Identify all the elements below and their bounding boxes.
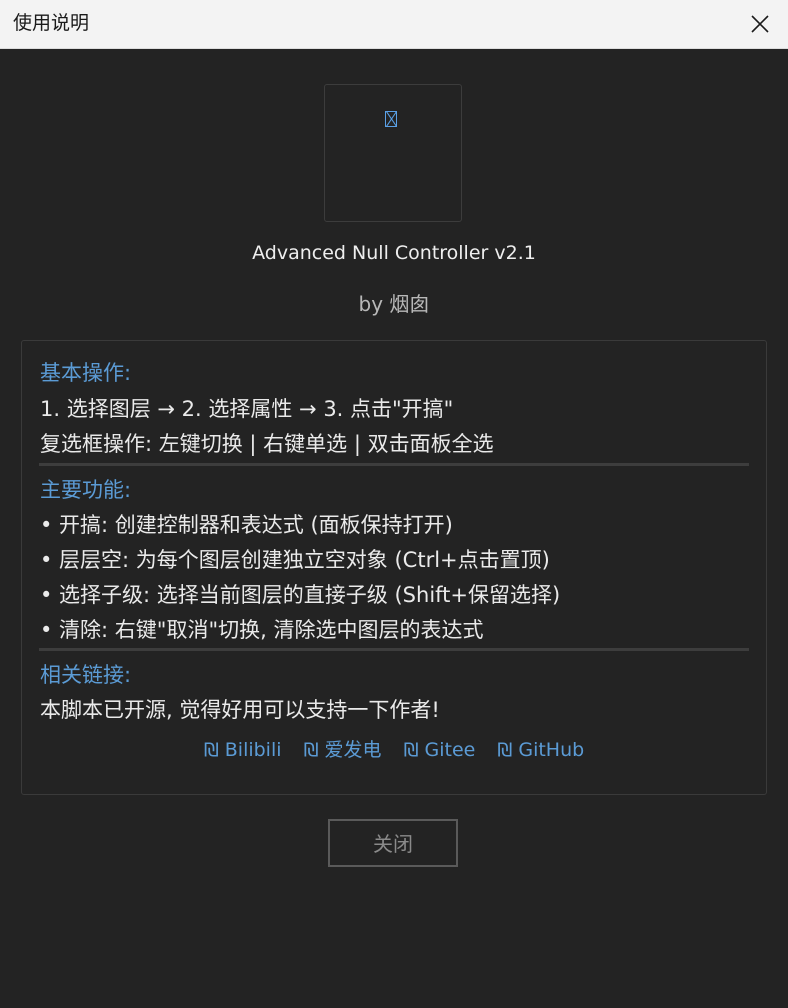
feature-item: • 清除: 右键"取消"切换, 清除选中图层的表达式 [40, 618, 484, 642]
section-divider [39, 463, 749, 466]
author-label: by 烟囱 [358, 292, 430, 316]
basic-step-line: 1. 选择图层 → 2. 选择属性 → 3. 点击"开搞" [40, 397, 454, 421]
gitee-link[interactable]: ₪ Gitee [404, 739, 476, 761]
open-source-note: 本脚本已开源, 觉得好用可以支持一下作者! [40, 698, 440, 722]
bilibili-link[interactable]: ₪ Bilibili [204, 739, 282, 761]
feature-item: • 层层空: 为每个图层创建独立空对象 (Ctrl+点击置顶) [40, 548, 550, 572]
section-title-features: 主要功能: [40, 478, 132, 502]
section-divider [39, 648, 749, 651]
title-bar: 使用说明 [0, 0, 788, 49]
window-title: 使用说明 [13, 12, 90, 34]
missing-image-icon [385, 111, 397, 127]
app-name: Advanced Null Controller v2.1 [252, 242, 536, 264]
close-button[interactable]: 关闭 [328, 819, 458, 867]
info-panel: 基本操作: 1. 选择图层 → 2. 选择属性 → 3. 点击"开搞" 复选框操… [21, 340, 767, 795]
section-title-basic: 基本操作: [40, 361, 132, 385]
close-icon [751, 15, 769, 33]
logo-image [324, 84, 462, 222]
close-window-button[interactable] [742, 6, 778, 42]
link-row: ₪ Bilibili ₪ 爱发电 ₪ Gitee ₪ GitHub [22, 735, 766, 762]
section-title-links: 相关链接: [40, 663, 132, 687]
feature-item: • 开搞: 创建控制器和表达式 (面板保持打开) [40, 513, 453, 537]
basic-checkbox-line: 复选框操作: 左键切换 | 右键单选 | 双击面板全选 [40, 432, 494, 456]
github-link[interactable]: ₪ GitHub [497, 739, 584, 761]
afdian-link[interactable]: ₪ 爱发电 [304, 739, 382, 761]
feature-item: • 选择子级: 选择当前图层的直接子级 (Shift+保留选择) [40, 583, 561, 607]
